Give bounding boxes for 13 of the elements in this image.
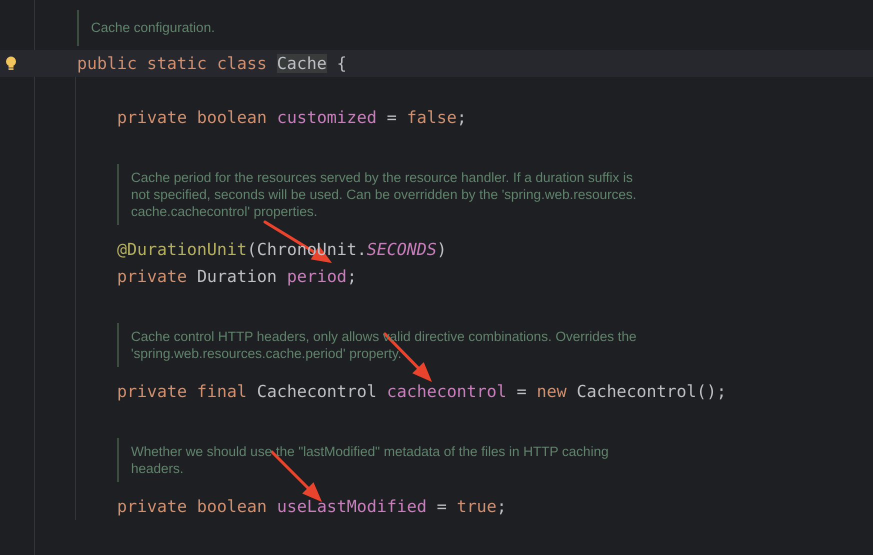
doc-comment: Whether we should use the "lastModified" metadata of the files in HTTP caching <box>131 443 610 460</box>
code-line: private boolean useLastModified = true; <box>117 497 507 516</box>
doc-comment: not specified, seconds will be used. Can be overridden by the 'spring.web.resources. <box>131 186 638 203</box>
doc-comment: Cache configuration. <box>91 19 216 36</box>
doc-comment: headers. <box>131 460 185 477</box>
code-line: private Duration period; <box>117 267 357 286</box>
code-line: private boolean customized = false; <box>117 108 467 127</box>
lightbulb-icon[interactable] <box>5 56 17 71</box>
code-line: private final Cachecontrol cachecontrol = new Cachecontrol(); <box>117 382 726 401</box>
code-line: public static class Cache { <box>77 54 347 73</box>
doc-comment: Cache period for the resources served by the resource handler. If a duration suffix is <box>131 169 634 186</box>
doc-comment: cache.cachecontrol' properties. <box>131 203 318 220</box>
doc-comment: 'spring.web.resources.cache.period' property. <box>131 345 403 362</box>
